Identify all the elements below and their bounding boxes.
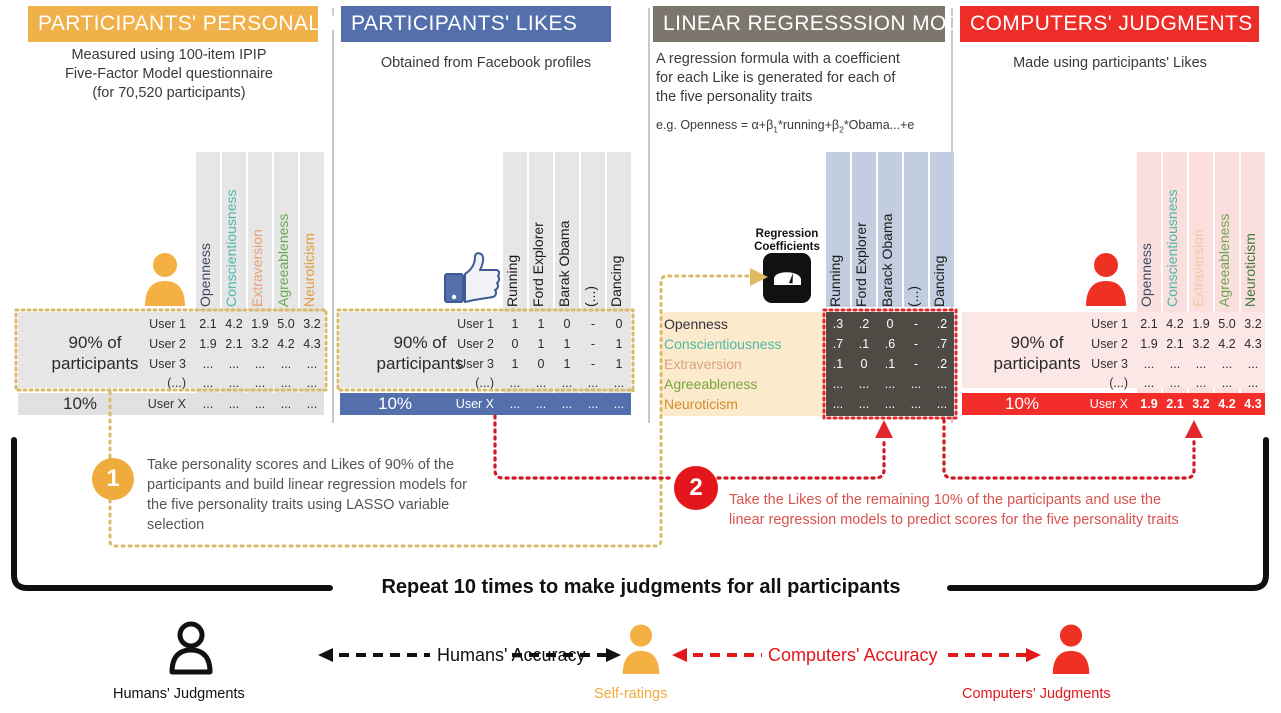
connector-arrowhead-step1 bbox=[750, 268, 768, 286]
humans-accuracy-label: Humans' Accuracy bbox=[437, 645, 586, 665]
step-1-bubble[interactable]: 1 bbox=[92, 458, 134, 500]
connector-arrowhead-to-panel4 bbox=[1185, 420, 1203, 438]
connector-arrowhead-to-panel3 bbox=[875, 420, 893, 438]
computers-accuracy-arrowhead-left bbox=[672, 648, 687, 662]
computers-judgments-label: Computers' Judgments bbox=[962, 686, 1111, 702]
humans-judgments-label: Humans' Judgments bbox=[113, 686, 245, 702]
selection-box-panel3-coefficients bbox=[822, 308, 958, 420]
selection-box-panel1 bbox=[14, 308, 328, 392]
person-outline-icon bbox=[169, 621, 213, 675]
connector-overlay bbox=[11, 268, 1269, 662]
step-2-text: Take the Likes of the remaining 10% of t… bbox=[729, 492, 1179, 528]
selection-box-panel2 bbox=[336, 308, 635, 392]
repeat-label: Repeat 10 times to make judgments for al… bbox=[381, 576, 901, 598]
connector-step2-to-panel3 bbox=[716, 438, 886, 480]
computers-accuracy-label: Computers' Accuracy bbox=[768, 645, 938, 665]
self-ratings-label: Self-ratings bbox=[594, 686, 668, 702]
step-1-text: Take personality scores and Likes of 90%… bbox=[147, 457, 467, 533]
computers-accuracy-arrowhead-right bbox=[1026, 648, 1041, 662]
diagram-canvas: PARTICIPANTS' PERSONALITY Measured using… bbox=[0, 0, 1281, 713]
person-orange-icon-footer bbox=[622, 624, 660, 674]
connector-panel2-to-step2 bbox=[493, 414, 674, 480]
step-2-bubble[interactable]: 2 bbox=[674, 466, 718, 510]
connector-panel3-to-panel4 bbox=[942, 418, 1196, 480]
person-red-icon-footer bbox=[1052, 624, 1090, 674]
humans-accuracy-arrowhead-left bbox=[318, 648, 333, 662]
